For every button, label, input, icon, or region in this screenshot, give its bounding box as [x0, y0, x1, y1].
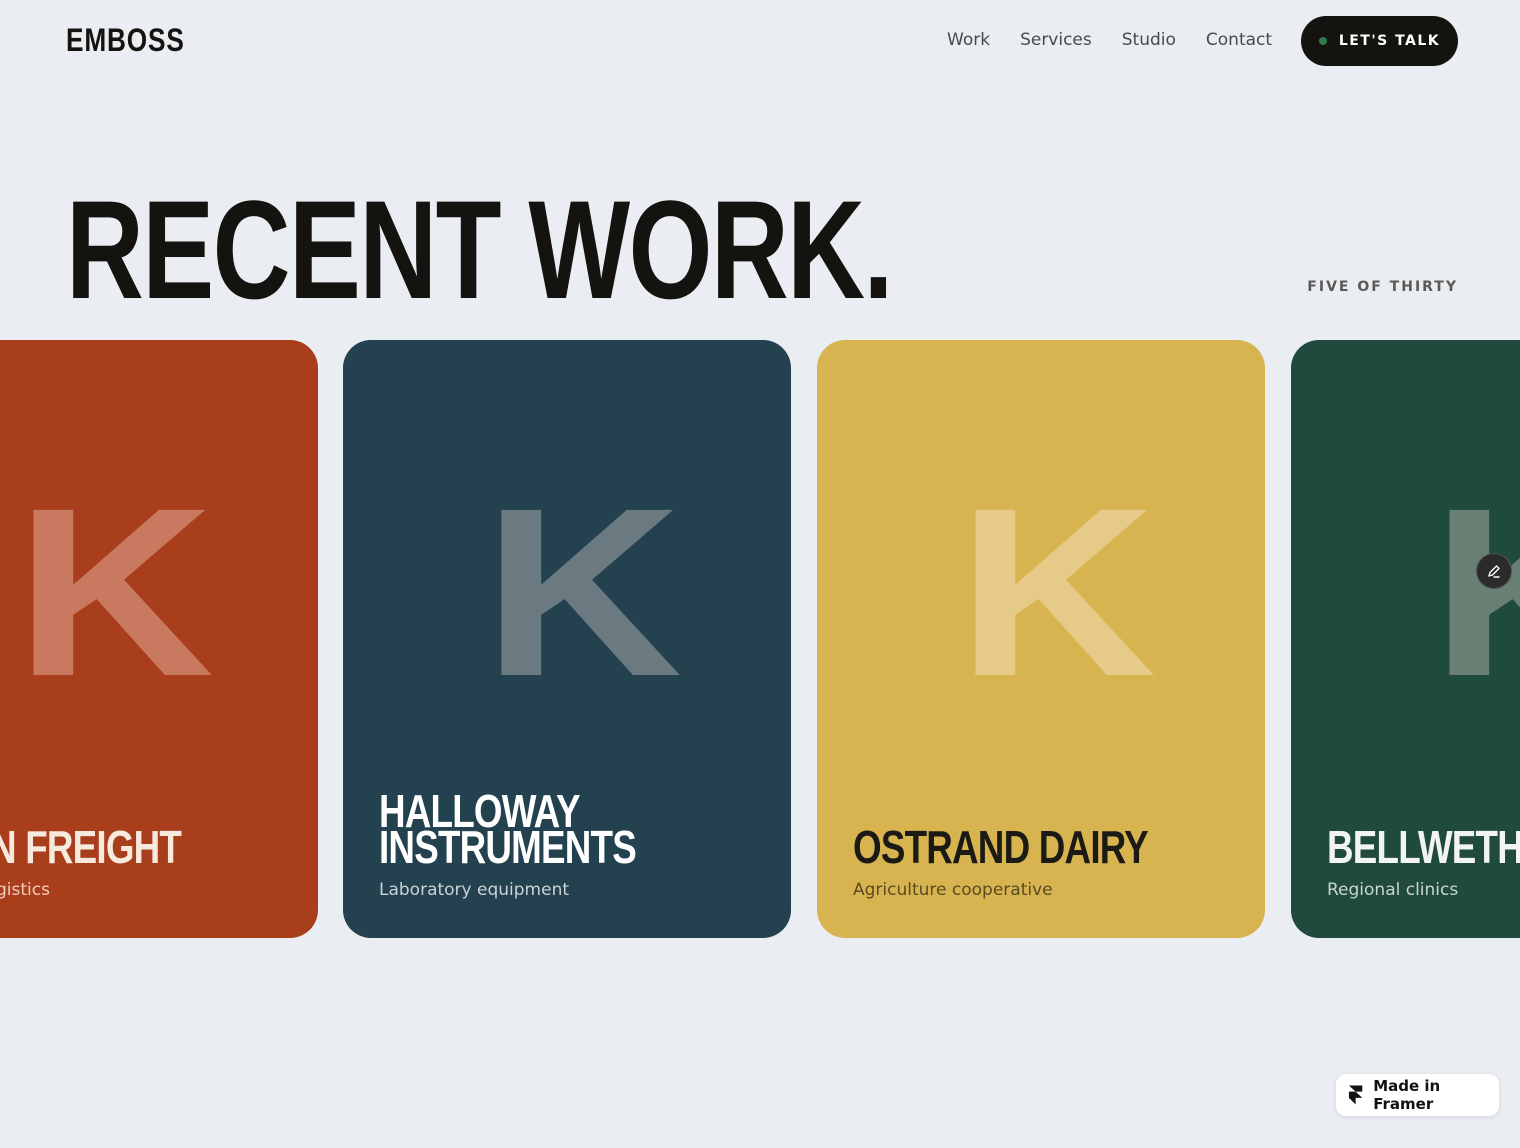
made-in-framer-badge[interactable]: Made in Framer [1336, 1074, 1499, 1116]
card-subtitle: gistics [0, 880, 50, 900]
project-counter: FIVE OF THIRTY [1307, 279, 1458, 295]
made-in-framer-label: Made in Framer [1373, 1077, 1441, 1113]
page: EMBOSS Work Services Studio Contact LET'… [0, 0, 1520, 1148]
card-title: BELLWETHER [1327, 821, 1520, 874]
lets-talk-button[interactable]: LET'S TALK [1301, 16, 1458, 66]
project-card-halloway[interactable]: K HALLOWAY INSTRUMENTS Laboratory equipm… [343, 340, 791, 938]
framer-logo-icon [1348, 1085, 1363, 1105]
card-title: HALLOWAY INSTRUMENTS [379, 785, 637, 874]
card-subtitle: Regional clinics [1327, 880, 1459, 900]
card-title: OSTRAND DAIRY [853, 821, 1149, 874]
project-card-ostrand[interactable]: K OSTRAND DAIRY Agriculture cooperative [817, 340, 1265, 938]
card-letter-mark: K [483, 458, 683, 726]
nav-item-contact[interactable]: Contact [1206, 30, 1272, 50]
edit-button[interactable] [1476, 553, 1512, 589]
card-letter-mark: K [1431, 472, 1520, 712]
status-dot-icon [1318, 37, 1327, 45]
project-card-bellwether[interactable]: K BELLWETHER Regional clinics [1291, 340, 1520, 938]
nav-item-services[interactable]: Services [1020, 30, 1092, 50]
card-letter-mark: K [957, 458, 1157, 726]
page-title: RECENT WORK. [66, 171, 893, 328]
main-nav: Work Services Studio Contact [947, 30, 1272, 50]
lets-talk-label: LET'S TALK [1338, 33, 1441, 49]
card-subtitle: Laboratory equipment [379, 880, 570, 900]
card-title: N FREIGHT [0, 821, 182, 874]
card-letter-mark: K [15, 458, 215, 726]
project-card-freight[interactable]: K N FREIGHT gistics [0, 340, 318, 938]
card-subtitle: Agriculture cooperative [853, 880, 1053, 900]
nav-item-studio[interactable]: Studio [1122, 30, 1176, 50]
pencil-icon [1488, 565, 1500, 578]
nav-item-work[interactable]: Work [947, 30, 990, 50]
brand-logo[interactable]: EMBOSS [66, 22, 185, 59]
